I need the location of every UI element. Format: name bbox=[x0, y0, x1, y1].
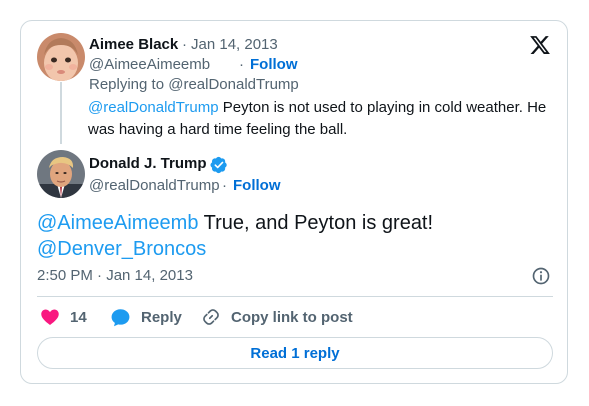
main-tweet-text: @AimeeAimeemb True, and Peyton is great!… bbox=[37, 210, 557, 262]
main-body-text: True, and Peyton is great! bbox=[198, 212, 434, 234]
trump-handle[interactable]: @realDonaldTrump bbox=[89, 177, 220, 194]
reply-separator: · bbox=[182, 36, 187, 53]
reply-date[interactable]: Jan 14, 2013 bbox=[191, 36, 278, 53]
replying-to-handle[interactable]: @realDonaldTrump bbox=[168, 76, 299, 93]
aimee-avatar[interactable] bbox=[37, 33, 85, 81]
reply-mention-link[interactable]: @realDonaldTrump bbox=[88, 99, 219, 116]
copy-link-label: Copy link to post bbox=[231, 308, 353, 326]
follow-trump-button[interactable]: Follow bbox=[233, 177, 281, 194]
like-button[interactable]: 14 bbox=[40, 306, 87, 328]
thread-connector-line bbox=[60, 82, 62, 144]
tweet-embed-card bbox=[20, 20, 568, 384]
actions-divider bbox=[37, 296, 553, 297]
reply-label: Reply bbox=[141, 308, 182, 326]
heart-icon bbox=[41, 309, 59, 325]
replying-to-line: Replying to @realDonaldTrump bbox=[89, 76, 299, 93]
tweet-timestamp[interactable]: 2:50 PM · Jan 14, 2013 bbox=[37, 267, 193, 284]
main-mention-aimee[interactable]: @AimeeAimeemb bbox=[37, 212, 198, 234]
trump-author-name[interactable]: Donald J. Trump bbox=[89, 155, 207, 172]
aimee-handle[interactable]: @AimeeAimeemb bbox=[89, 56, 210, 73]
like-count: 14 bbox=[70, 308, 87, 326]
link-icon bbox=[203, 309, 219, 325]
x-logo-icon[interactable] bbox=[529, 34, 551, 56]
follow-aimee-button[interactable]: Follow bbox=[250, 56, 298, 73]
aimee-author-name[interactable]: Aimee Black bbox=[89, 36, 178, 53]
main-handle-separator: · bbox=[222, 177, 227, 194]
main-mention-broncos[interactable]: @Denver_Broncos bbox=[37, 238, 206, 260]
reply-tweet-text: @realDonaldTrump Peyton is not used to p… bbox=[88, 97, 558, 141]
info-icon[interactable] bbox=[531, 266, 551, 286]
trump-avatar[interactable] bbox=[37, 150, 85, 198]
reply-handle-separator: · bbox=[239, 56, 244, 73]
verified-badge-icon bbox=[210, 156, 227, 174]
copy-link-button[interactable]: Copy link to post bbox=[201, 306, 353, 328]
replying-to-prefix: Replying to bbox=[89, 76, 165, 93]
reply-bubble-icon bbox=[111, 308, 130, 326]
read-replies-button[interactable]: Read 1 reply bbox=[37, 337, 553, 369]
reply-button[interactable]: Reply bbox=[110, 306, 182, 328]
